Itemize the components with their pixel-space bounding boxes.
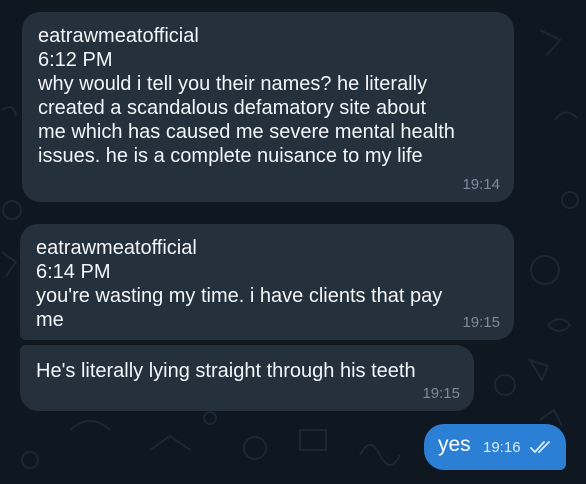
message-timestamp: 19:14 (462, 176, 500, 193)
message-text-line: why would i tell you their names? he lit… (38, 73, 428, 95)
message-sent-time: 6:14 PM (36, 261, 111, 283)
message-text-line: you're wasting my time. i have clients t… (36, 285, 443, 307)
double-check-icon (530, 441, 550, 453)
outgoing-message[interactable]: yes 19:16 (424, 424, 566, 470)
message-text-line: created a scandalous defamatory site abo… (38, 97, 427, 119)
message-sent-time: 6:12 PM (38, 49, 113, 71)
message-sender: eatrawmeatofficial (38, 25, 199, 47)
chat-window: eatrawmeatofficial 6:12 PM why would i t… (0, 0, 586, 484)
message-text: yes (438, 433, 471, 456)
message-timestamp: 19:16 (483, 439, 521, 456)
incoming-message[interactable]: eatrawmeatofficial 6:12 PM why would i t… (22, 12, 514, 202)
message-sender: eatrawmeatofficial (36, 237, 197, 259)
message-text-line: issues. he is a complete nuisance to my … (38, 145, 423, 167)
message-text-line: He's literally lying straight through hi… (36, 360, 416, 382)
message-text-line: me which has caused me severe mental hea… (38, 121, 455, 143)
message-text-line: me (36, 309, 64, 331)
message-timestamp: 19:15 (422, 385, 460, 402)
incoming-message[interactable]: eatrawmeatofficial 6:14 PM you're wastin… (20, 224, 514, 340)
message-timestamp: 19:15 (462, 314, 500, 331)
incoming-message[interactable]: He's literally lying straight through hi… (20, 345, 474, 411)
